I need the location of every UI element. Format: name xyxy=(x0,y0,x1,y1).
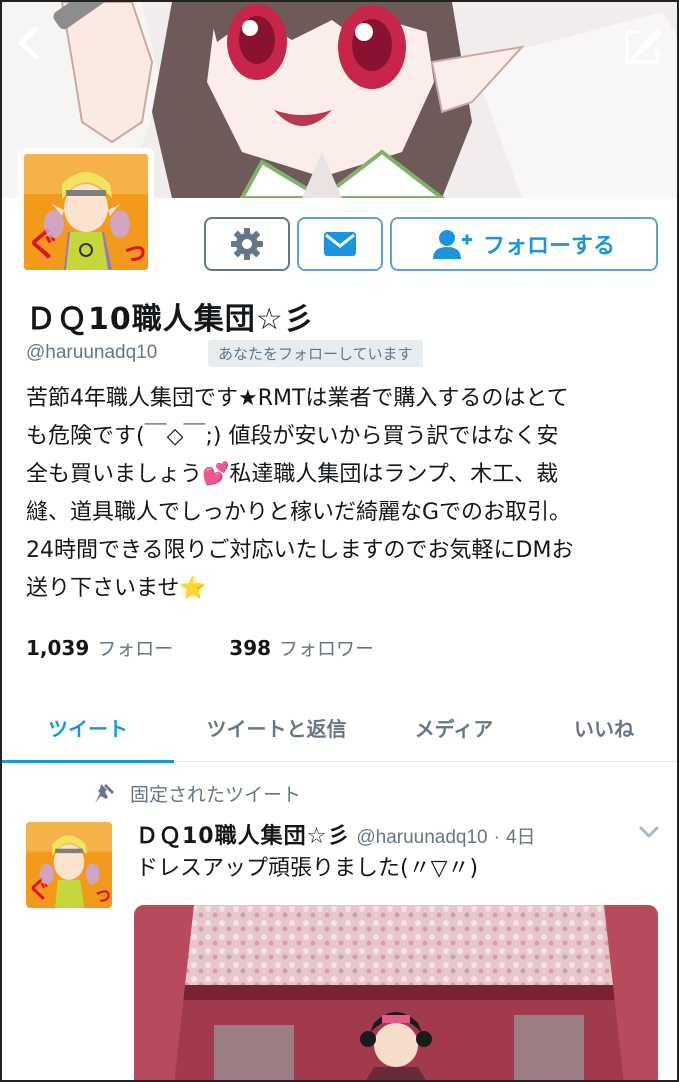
tweet-separator: · xyxy=(493,827,500,848)
pin-icon xyxy=(95,783,114,803)
following-label: フォロー xyxy=(97,638,174,660)
followers-count: 398 xyxy=(229,636,272,660)
bio-line: 苦節4年職人集団です★RMTは業者で購入するのはとて xyxy=(26,386,569,411)
tweet-header: ＤＱ10職人集団☆彡 @haruunadq10 · 4日 xyxy=(136,818,536,850)
tweet-media-image[interactable] xyxy=(134,905,658,1080)
follows-you-badge: あなたをフォローしています xyxy=(208,340,423,367)
avatar-image: ぐ っ xyxy=(24,154,148,270)
followers-label: フォロワー xyxy=(279,638,375,660)
back-button[interactable] xyxy=(14,26,54,66)
bio-line: 24時間できる限りご対応いたしますのでお気軽にDMお xyxy=(26,538,574,563)
followers-stat[interactable]: 398 フォロワー xyxy=(229,634,374,661)
tweet-time[interactable]: 4日 xyxy=(506,822,536,849)
tweet-menu-button[interactable] xyxy=(638,824,660,840)
profile-avatar[interactable]: ぐ っ xyxy=(18,148,154,276)
user-handle: @haruunadq10 xyxy=(26,342,158,363)
settings-button[interactable] xyxy=(204,217,290,271)
direct-message-button[interactable] xyxy=(297,217,383,271)
tweet-author-handle: @haruunadq10 xyxy=(356,827,488,848)
profile-tabs: ツイート ツイートと返信 メディア いいね xyxy=(2,692,677,763)
envelope-icon xyxy=(324,232,356,256)
tweet-author-avatar[interactable]: ぐ っ xyxy=(26,822,112,908)
compose-quill-icon xyxy=(625,28,661,64)
follow-button[interactable]: フォローする xyxy=(390,217,658,271)
bio-line: 全も買いましょう💕私達職人集団はランプ、木工、裁 xyxy=(26,462,559,487)
following-stat[interactable]: 1,039 フォロー xyxy=(26,634,173,661)
tab-tweets-and-replies[interactable]: ツイートと返信 xyxy=(174,692,379,762)
bio-line: も危険です(￣◇￣;) 値段が安いから買う訳ではなく安 xyxy=(26,424,559,449)
tab-likes[interactable]: いいね xyxy=(529,692,677,762)
follow-stats: 1,039 フォロー 398 フォロワー xyxy=(26,634,374,661)
chevron-left-icon xyxy=(18,26,39,60)
pinned-label: 固定されたツイート xyxy=(130,784,302,806)
bio-line: 送り下さいませ⭐ xyxy=(26,576,207,601)
display-name: ＤＱ10職人集団☆彡 xyxy=(26,302,315,337)
tweet-author-name[interactable]: ＤＱ10職人集団☆彡 xyxy=(136,818,350,850)
pinned-indicator: 固定されたツイート xyxy=(92,780,301,807)
svg-text:っ: っ xyxy=(94,884,112,906)
compose-tweet-button[interactable] xyxy=(621,24,665,68)
tweet-text: ドレスアップ頑張りました(〃▽〃) xyxy=(136,856,479,881)
svg-text:っ: っ xyxy=(122,237,148,267)
follow-button-label: フォローする xyxy=(482,234,615,259)
profile-bio: 苦節4年職人集団です★RMTは業者で購入するのはとて も危険です(￣◇￣;) 値… xyxy=(26,380,666,608)
gear-icon xyxy=(231,228,263,260)
tab-media[interactable]: メディア xyxy=(379,692,529,762)
tab-tweets[interactable]: ツイート xyxy=(2,692,174,763)
bio-line: 縫、道具職人でしっかりと稼いだ綺麗なGでのお取引。 xyxy=(26,500,572,525)
following-count: 1,039 xyxy=(26,636,90,660)
chevron-down-icon xyxy=(639,826,659,838)
add-user-icon xyxy=(432,230,472,259)
profile-screen: ぐ っ フォローする ＤＱ10職人集団☆彡 @haruunadq10 あなたをフ… xyxy=(0,0,679,1082)
